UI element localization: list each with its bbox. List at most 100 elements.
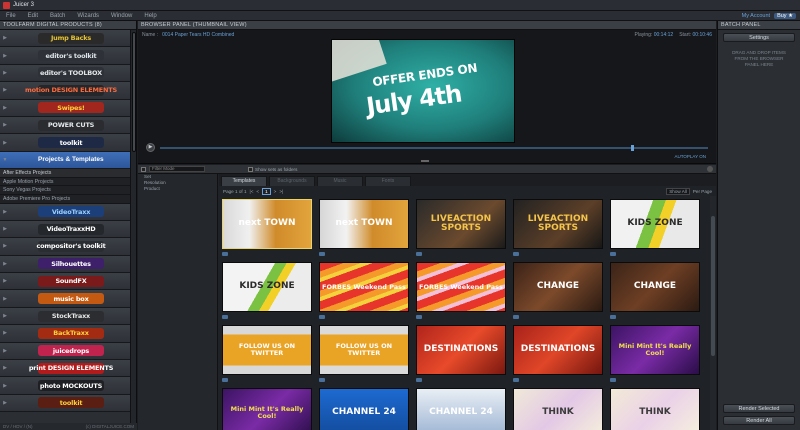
template-thumbnail[interactable]: Mini Mint It's Really Cool!	[610, 325, 700, 375]
template-thumbnail[interactable]: FOLLOW US ON TWITTER	[319, 325, 409, 375]
template-cell[interactable]: KIDS ZONE	[222, 259, 314, 322]
project-subitem[interactable]: After Effects Projects	[0, 169, 131, 178]
buy-button[interactable]: Buy ★	[774, 12, 796, 19]
template-thumbnail[interactable]: Mini Mint It's Really Cool!	[222, 388, 312, 430]
template-thumbnail[interactable]: CHANGE	[610, 262, 700, 312]
film-icon[interactable]	[610, 378, 616, 382]
project-subitem[interactable]: Sony Vegas Projects	[0, 186, 131, 195]
template-thumbnail[interactable]: CHANGE	[513, 262, 603, 312]
film-icon[interactable]	[610, 252, 616, 256]
template-cell[interactable]: FOLLOW US ON TWITTER	[319, 322, 411, 385]
template-thumbnail[interactable]: next TOWN	[222, 199, 312, 249]
template-thumbnail[interactable]: FORBES Weekend Pass	[416, 262, 506, 312]
film-icon[interactable]	[513, 378, 519, 382]
menu-batch[interactable]: Batch	[44, 13, 71, 19]
template-cell[interactable]: Mini Mint It's Really Cool!	[222, 385, 314, 430]
product-item[interactable]: ▶ compositor's toolkit	[0, 238, 131, 256]
product-item[interactable]: ▶ Swipes!	[0, 99, 131, 117]
template-cell[interactable]: CHANNEL 24	[319, 385, 411, 430]
template-cell[interactable]: KIDS ZONE	[610, 196, 702, 259]
template-thumbnail[interactable]: CHANNEL 24	[416, 388, 506, 430]
menu-file[interactable]: File	[0, 13, 22, 19]
template-cell[interactable]: FOLLOW US ON TWITTER	[222, 322, 314, 385]
menu-help[interactable]: Help	[138, 13, 162, 19]
prev-page-button[interactable]: <	[256, 189, 259, 194]
template-thumbnail[interactable]: FORBES Weekend Pass	[319, 262, 409, 312]
film-icon[interactable]	[416, 315, 422, 319]
product-item[interactable]: ▶ motion DESIGN ELEMENTS	[0, 82, 131, 100]
timeline-scrubber[interactable]	[160, 145, 708, 151]
template-cell[interactable]: CHANNEL 24	[416, 385, 508, 430]
tab-music[interactable]: Music	[317, 176, 363, 186]
template-cell[interactable]: CHANGE	[513, 259, 605, 322]
template-cell[interactable]: THINK	[513, 385, 605, 430]
template-thumbnail[interactable]: LIVEACTION SPORTS	[513, 199, 603, 249]
template-thumbnail[interactable]: KIDS ZONE	[222, 262, 312, 312]
film-icon[interactable]	[513, 315, 519, 319]
product-item[interactable]: ▶ toolkit	[0, 134, 131, 152]
product-item[interactable]: ▶ music box	[0, 290, 131, 308]
product-item[interactable]: ▶ editor's TOOLBOX	[0, 64, 131, 83]
template-thumbnail[interactable]: KIDS ZONE	[610, 199, 700, 249]
tab-backgrounds[interactable]: Backgrounds	[269, 176, 315, 186]
render-selected-button[interactable]: Render Selected	[723, 404, 795, 413]
show-all-select[interactable]: Show All	[666, 187, 690, 195]
next-page-button[interactable]: >	[274, 189, 277, 194]
show-folders-option[interactable]: Show sets as folders	[248, 166, 297, 172]
show-folders-checkbox[interactable]	[248, 166, 253, 172]
template-thumbnail[interactable]: CHANNEL 24	[319, 388, 409, 430]
video-preview[interactable]: OFFER ENDS ON July 4th	[331, 39, 515, 143]
menu-wizards[interactable]: Wizards	[71, 13, 105, 19]
options-icon[interactable]	[707, 166, 713, 172]
product-item[interactable]: ▶ POWER CUTS	[0, 116, 131, 135]
template-thumbnail[interactable]: next TOWN	[319, 199, 409, 249]
film-icon[interactable]	[610, 315, 616, 319]
tree-item-product[interactable]: Product	[138, 186, 217, 192]
template-cell[interactable]: LIVEACTION SPORTS	[513, 196, 605, 259]
template-cell[interactable]: Mini Mint It's Really Cool!	[610, 322, 702, 385]
last-page-button[interactable]: >|	[279, 189, 283, 194]
template-thumbnail[interactable]: DESTINATIONS	[416, 325, 506, 375]
play-icon[interactable]: ▶	[146, 143, 155, 152]
film-icon[interactable]	[416, 252, 422, 256]
project-subitem[interactable]: Adobe Premiere Pro Projects	[0, 194, 131, 204]
template-cell[interactable]: CHANGE	[610, 259, 702, 322]
menu-window[interactable]: Window	[105, 13, 138, 19]
template-cell[interactable]: FORBES Weekend Pass	[416, 259, 508, 322]
grid-scroll-thumb[interactable]	[711, 216, 715, 356]
product-item[interactable]: ▶ toolkit	[0, 394, 131, 413]
film-icon[interactable]	[319, 315, 325, 319]
film-icon[interactable]	[416, 378, 422, 382]
template-cell[interactable]: DESTINATIONS	[416, 322, 508, 385]
template-cell[interactable]: THINK	[610, 385, 702, 430]
template-thumbnail[interactable]: THINK	[513, 388, 603, 430]
product-item[interactable]: ▶ editor's toolkit	[0, 47, 131, 65]
page-number[interactable]: 1	[262, 187, 271, 195]
product-item[interactable]: ▶ Silhouettes	[0, 255, 131, 274]
playhead[interactable]	[631, 145, 635, 151]
filter-mode-select[interactable]: Filter Mode	[149, 166, 205, 172]
product-item[interactable]: ▶ Jump Backs	[0, 30, 131, 48]
first-page-button[interactable]: |<	[250, 189, 254, 194]
product-item[interactable]: ▶ VideoTraxxHD	[0, 220, 131, 239]
template-cell[interactable]: LIVEACTION SPORTS	[416, 196, 508, 259]
product-item[interactable]: ▶ StockTraxx	[0, 307, 131, 326]
product-item[interactable]: ▶ juicedrops	[0, 342, 131, 361]
film-icon[interactable]	[222, 315, 228, 319]
product-item[interactable]: ▶ print DESIGN ELEMENTS	[0, 360, 131, 378]
project-subitem[interactable]: Apple Motion Projects	[0, 177, 131, 187]
filter-checkbox[interactable]	[141, 166, 146, 172]
film-icon[interactable]	[222, 378, 228, 382]
product-item[interactable]: ▼ Projects & Templates	[0, 151, 131, 170]
product-item[interactable]: ▶ photo MOCKOUTS	[0, 377, 131, 395]
film-icon[interactable]	[319, 252, 325, 256]
resize-grip[interactable]	[421, 160, 429, 162]
grid-scrollbar[interactable]	[710, 196, 716, 430]
tab-fonts[interactable]: Fonts	[365, 176, 411, 186]
product-item[interactable]: ▶ VideoTraxx	[0, 203, 131, 221]
scroll-thumb[interactable]	[132, 32, 136, 152]
template-cell[interactable]: next TOWN	[222, 196, 314, 259]
autoplay-toggle[interactable]: AUTOPLAY ON	[674, 154, 706, 159]
template-thumbnail[interactable]: THINK	[610, 388, 700, 430]
template-thumbnail[interactable]: DESTINATIONS	[513, 325, 603, 375]
